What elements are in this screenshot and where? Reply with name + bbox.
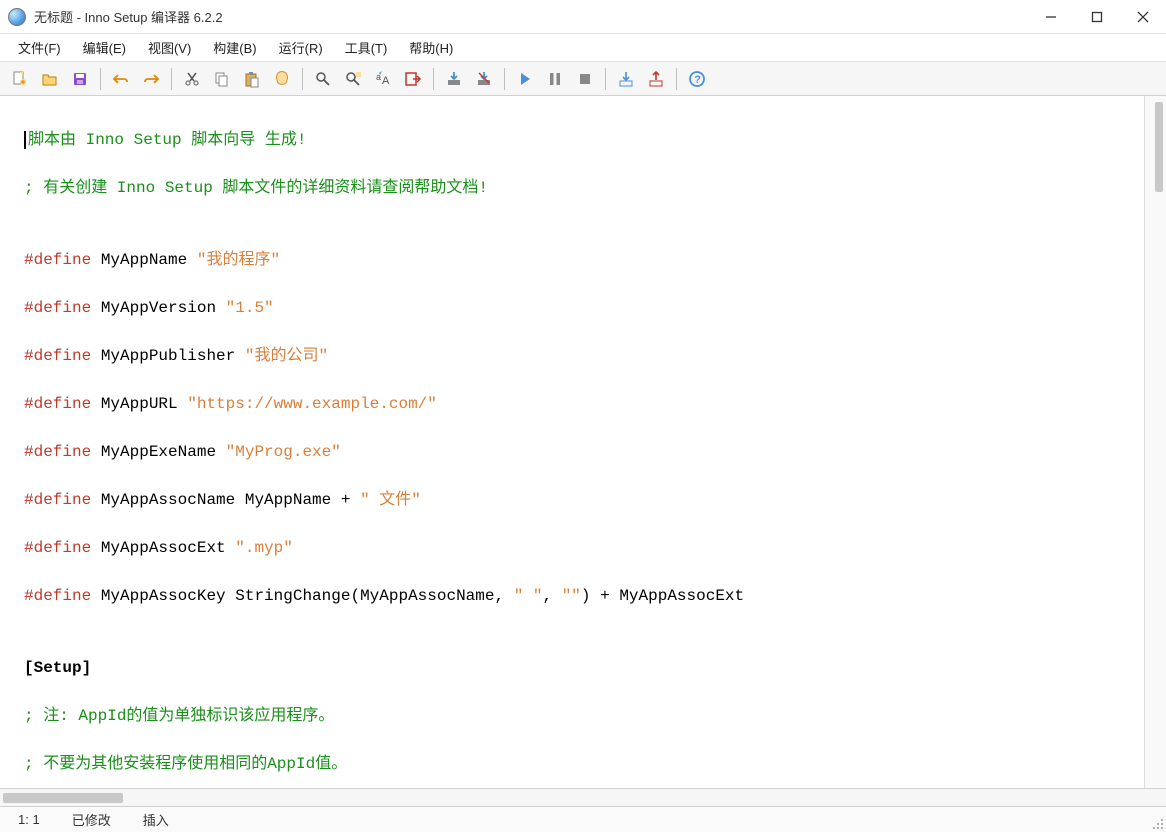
save-button[interactable]: [66, 65, 94, 93]
step-over-button[interactable]: [642, 65, 670, 93]
svg-text:?: ?: [694, 74, 701, 86]
code-line: ; 不要为其他安装程序使用相同的AppId值。: [24, 752, 1144, 776]
code-line: #define MyAppPublisher "我的公司": [24, 344, 1144, 368]
menu-help[interactable]: 帮助(H): [399, 34, 463, 61]
replace-button[interactable]: [339, 65, 367, 93]
code-line: [Setup]: [24, 656, 1144, 680]
separator: [100, 68, 101, 90]
code-line: #define MyAppAssocName MyAppName + " 文件": [24, 488, 1144, 512]
stop-button[interactable]: [571, 65, 599, 93]
cut-button[interactable]: [178, 65, 206, 93]
exit-button[interactable]: [399, 65, 427, 93]
separator: [605, 68, 606, 90]
status-insert: 插入: [143, 810, 169, 829]
close-button[interactable]: [1120, 2, 1166, 32]
menu-build[interactable]: 构建(B): [203, 34, 266, 61]
menu-tools[interactable]: 工具(T): [335, 34, 398, 61]
separator: [302, 68, 303, 90]
status-position: 1: 1: [18, 812, 40, 827]
statusbar: 1: 1 已修改 插入: [0, 806, 1166, 832]
menu-run[interactable]: 运行(R): [269, 34, 333, 61]
options-button[interactable]: aA: [369, 65, 397, 93]
code-editor[interactable]: 脚本由 Inno Setup 脚本向导 生成! ; 有关创建 Inno Setu…: [0, 96, 1144, 788]
help-button[interactable]: ?: [683, 65, 711, 93]
step-into-button[interactable]: [612, 65, 640, 93]
code-line: #define MyAppVersion "1.5": [24, 296, 1144, 320]
open-file-button[interactable]: [36, 65, 64, 93]
titlebar: 无标题 - Inno Setup 编译器 6.2.2: [0, 0, 1166, 34]
horizontal-scrollbar[interactable]: [0, 788, 1166, 806]
copy-button[interactable]: [208, 65, 236, 93]
svg-text:A: A: [382, 75, 390, 87]
menu-view[interactable]: 视图(V): [138, 34, 201, 61]
find-button[interactable]: [309, 65, 337, 93]
compile2-button[interactable]: [470, 65, 498, 93]
delete-button[interactable]: [268, 65, 296, 93]
code-line: 脚本由 Inno Setup 脚本向导 生成!: [28, 131, 306, 149]
code-line: #define MyAppAssocKey StringChange(MyApp…: [24, 584, 1144, 608]
window-title: 无标题 - Inno Setup 编译器 6.2.2: [34, 7, 1028, 26]
menu-edit[interactable]: 编辑(E): [73, 34, 136, 61]
code-line: #define MyAppName "我的程序": [24, 248, 1144, 272]
new-file-button[interactable]: [6, 65, 34, 93]
separator: [504, 68, 505, 90]
maximize-button[interactable]: [1074, 2, 1120, 32]
minimize-button[interactable]: [1028, 2, 1074, 32]
separator: [171, 68, 172, 90]
vertical-scrollbar[interactable]: [1144, 96, 1166, 788]
code-line: ; 有关创建 Inno Setup 脚本文件的详细资料请查阅帮助文档!: [24, 179, 488, 197]
resize-grip-icon[interactable]: [1152, 818, 1164, 830]
code-line: #define MyAppExeName "MyProg.exe": [24, 440, 1144, 464]
menu-file[interactable]: 文件(F): [8, 34, 71, 61]
separator: [433, 68, 434, 90]
paste-button[interactable]: [238, 65, 266, 93]
app-icon: [8, 8, 26, 26]
pause-button[interactable]: [541, 65, 569, 93]
code-line: #define MyAppAssocExt ".myp": [24, 536, 1144, 560]
run-button[interactable]: [511, 65, 539, 93]
toolbar: aA ?: [0, 62, 1166, 96]
code-line: ; 注: AppId的值为单独标识该应用程序。: [24, 704, 1144, 728]
status-modified: 已修改: [72, 810, 111, 829]
redo-button[interactable]: [137, 65, 165, 93]
undo-button[interactable]: [107, 65, 135, 93]
compile-button[interactable]: [440, 65, 468, 93]
code-line: #define MyAppURL "https://www.example.co…: [24, 392, 1144, 416]
menubar: 文件(F) 编辑(E) 视图(V) 构建(B) 运行(R) 工具(T) 帮助(H…: [0, 34, 1166, 62]
separator: [676, 68, 677, 90]
